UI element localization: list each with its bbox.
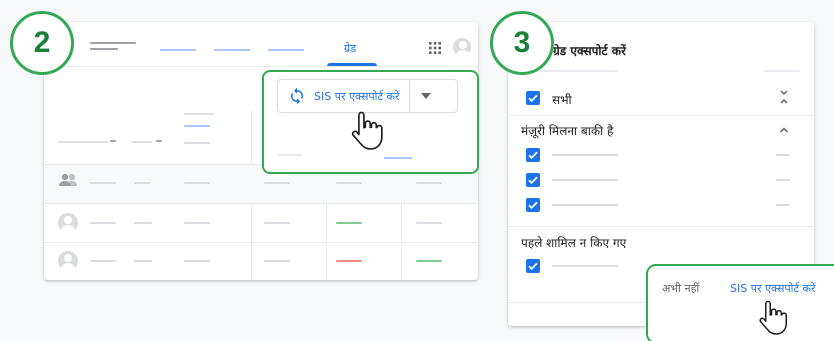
student-checkbox[interactable] [526,148,540,162]
dropdown-arrow-icon [420,93,431,99]
student-checkbox[interactable] [526,259,540,273]
dialog-export-button[interactable]: SIS पर एक्सपोर्ट करें [730,281,815,296]
hand-cursor-icon [351,111,383,150]
list-item[interactable] [508,259,648,281]
student-checkbox[interactable] [526,173,540,187]
nav-tab-placeholder[interactable] [160,49,196,51]
pending-approval-section-label: मंज़ूरी मिलना बाकी है [521,124,614,138]
not-now-button[interactable]: अभी नहीं [662,281,699,296]
student-checkbox[interactable] [526,198,540,212]
check-icon [528,262,538,271]
select-all-checkbox[interactable] [526,91,540,105]
nav-tab-placeholder[interactable] [214,49,250,51]
avatar-icon [58,251,78,271]
check-icon [528,94,538,103]
check-icon [528,151,538,160]
table-row[interactable] [44,204,478,242]
tab-grades[interactable]: ग्रेड [344,41,356,56]
avatar-icon [58,213,78,233]
collapse-all-icon[interactable] [779,90,789,104]
dialog-title: ग्रेड एक्सपोर्ट करें [553,44,626,58]
export-to-sis-button[interactable]: SIS पर एक्सपोर्ट करें [278,80,409,112]
apps-grid-icon[interactable] [429,42,441,54]
check-icon [528,201,538,210]
list-item[interactable] [508,198,814,220]
list-item[interactable] [508,173,814,195]
avatar-icon[interactable] [453,38,471,56]
dialog-actions-highlight [646,264,834,341]
not-included-section-label: पहले शामिल न किए गए [521,236,627,250]
step-2-badge: 2 [10,11,74,75]
export-to-sis-split-button[interactable]: SIS पर एक्सपोर्ट करें [277,79,458,113]
sync-icon [291,87,303,105]
menu-icon[interactable] [90,42,136,56]
people-icon [59,173,77,186]
select-all-label: सभी [552,93,572,107]
nav-tab-placeholder[interactable] [268,49,304,51]
hand-cursor-icon [759,300,787,335]
check-icon [528,176,538,185]
export-options-dropdown[interactable] [409,80,441,112]
export-button-label: SIS पर एक्सपोर्ट करें [314,89,400,103]
chevron-up-icon[interactable] [779,126,789,133]
step-3-badge: 3 [490,11,554,75]
list-item[interactable] [508,148,814,170]
table-row[interactable] [44,243,478,280]
